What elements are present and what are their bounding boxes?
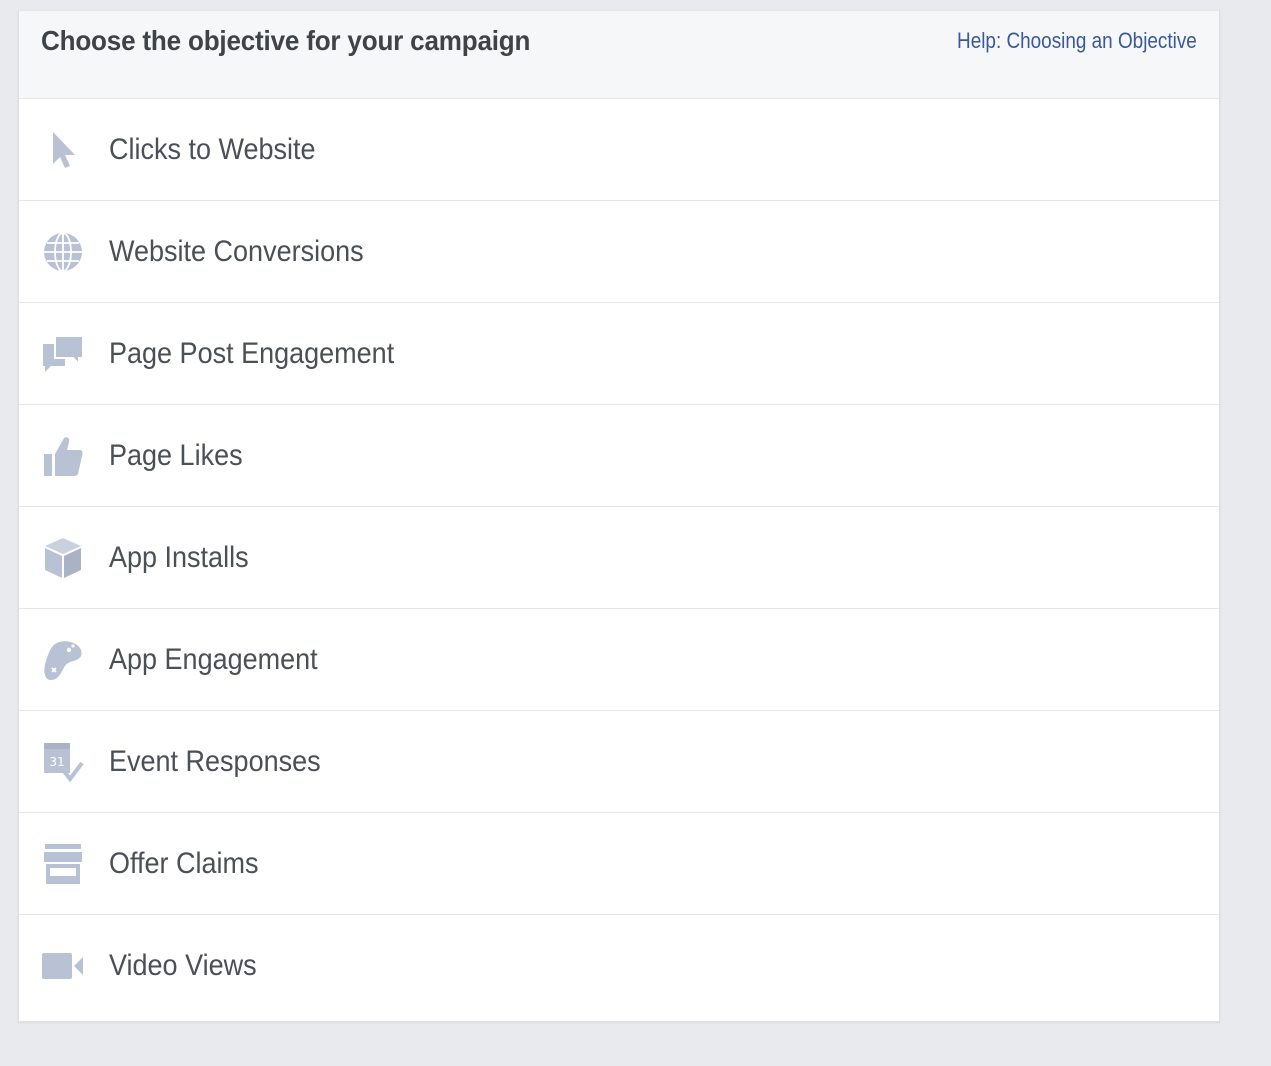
objective-label: Page Likes xyxy=(109,438,243,472)
objective-event-responses[interactable]: 31 Event Responses xyxy=(19,711,1219,813)
objective-label: Website Conversions xyxy=(109,234,364,268)
objective-label: Event Responses xyxy=(109,744,321,778)
objective-app-engagement[interactable]: App Engagement xyxy=(19,609,1219,711)
objective-app-installs[interactable]: App Installs xyxy=(19,507,1219,609)
panel-header: Choose the objective for your campaign H… xyxy=(19,11,1219,99)
objective-label: App Engagement xyxy=(109,642,318,676)
thumbs-up-icon xyxy=(41,434,85,478)
game-controller-icon xyxy=(41,638,85,682)
objective-page-likes[interactable]: Page Likes xyxy=(19,405,1219,507)
svg-text:31: 31 xyxy=(49,755,64,769)
storefront-icon xyxy=(41,842,85,886)
panel-title: Choose the objective for your campaign xyxy=(41,25,531,56)
objective-panel: Choose the objective for your campaign H… xyxy=(18,10,1220,1022)
page-top-band xyxy=(0,0,1271,10)
objective-page-post-engagement[interactable]: Page Post Engagement xyxy=(19,303,1219,405)
box-icon xyxy=(41,536,85,580)
calendar-icon: 31 xyxy=(41,740,85,784)
objective-website-conversions[interactable]: Website Conversions xyxy=(19,201,1219,303)
objective-video-views[interactable]: Video Views xyxy=(19,915,1219,1017)
objective-label: Video Views xyxy=(109,949,257,982)
page-left-gutter xyxy=(0,0,18,1066)
objective-clicks-to-website[interactable]: Clicks to Website xyxy=(19,99,1219,201)
cursor-icon xyxy=(41,128,85,172)
video-camera-icon xyxy=(41,944,85,988)
globe-icon xyxy=(41,230,85,274)
objective-label: Page Post Engagement xyxy=(109,336,395,370)
help-choosing-objective-link[interactable]: Help: Choosing an Objective xyxy=(957,28,1197,54)
objective-list: Clicks to Website Website Conversions Pa… xyxy=(19,99,1219,1017)
objective-label: Clicks to Website xyxy=(109,132,316,166)
objective-label: App Installs xyxy=(109,540,249,574)
speech-bubbles-icon xyxy=(41,332,85,376)
objective-label: Offer Claims xyxy=(109,846,259,880)
objective-offer-claims[interactable]: Offer Claims xyxy=(19,813,1219,915)
